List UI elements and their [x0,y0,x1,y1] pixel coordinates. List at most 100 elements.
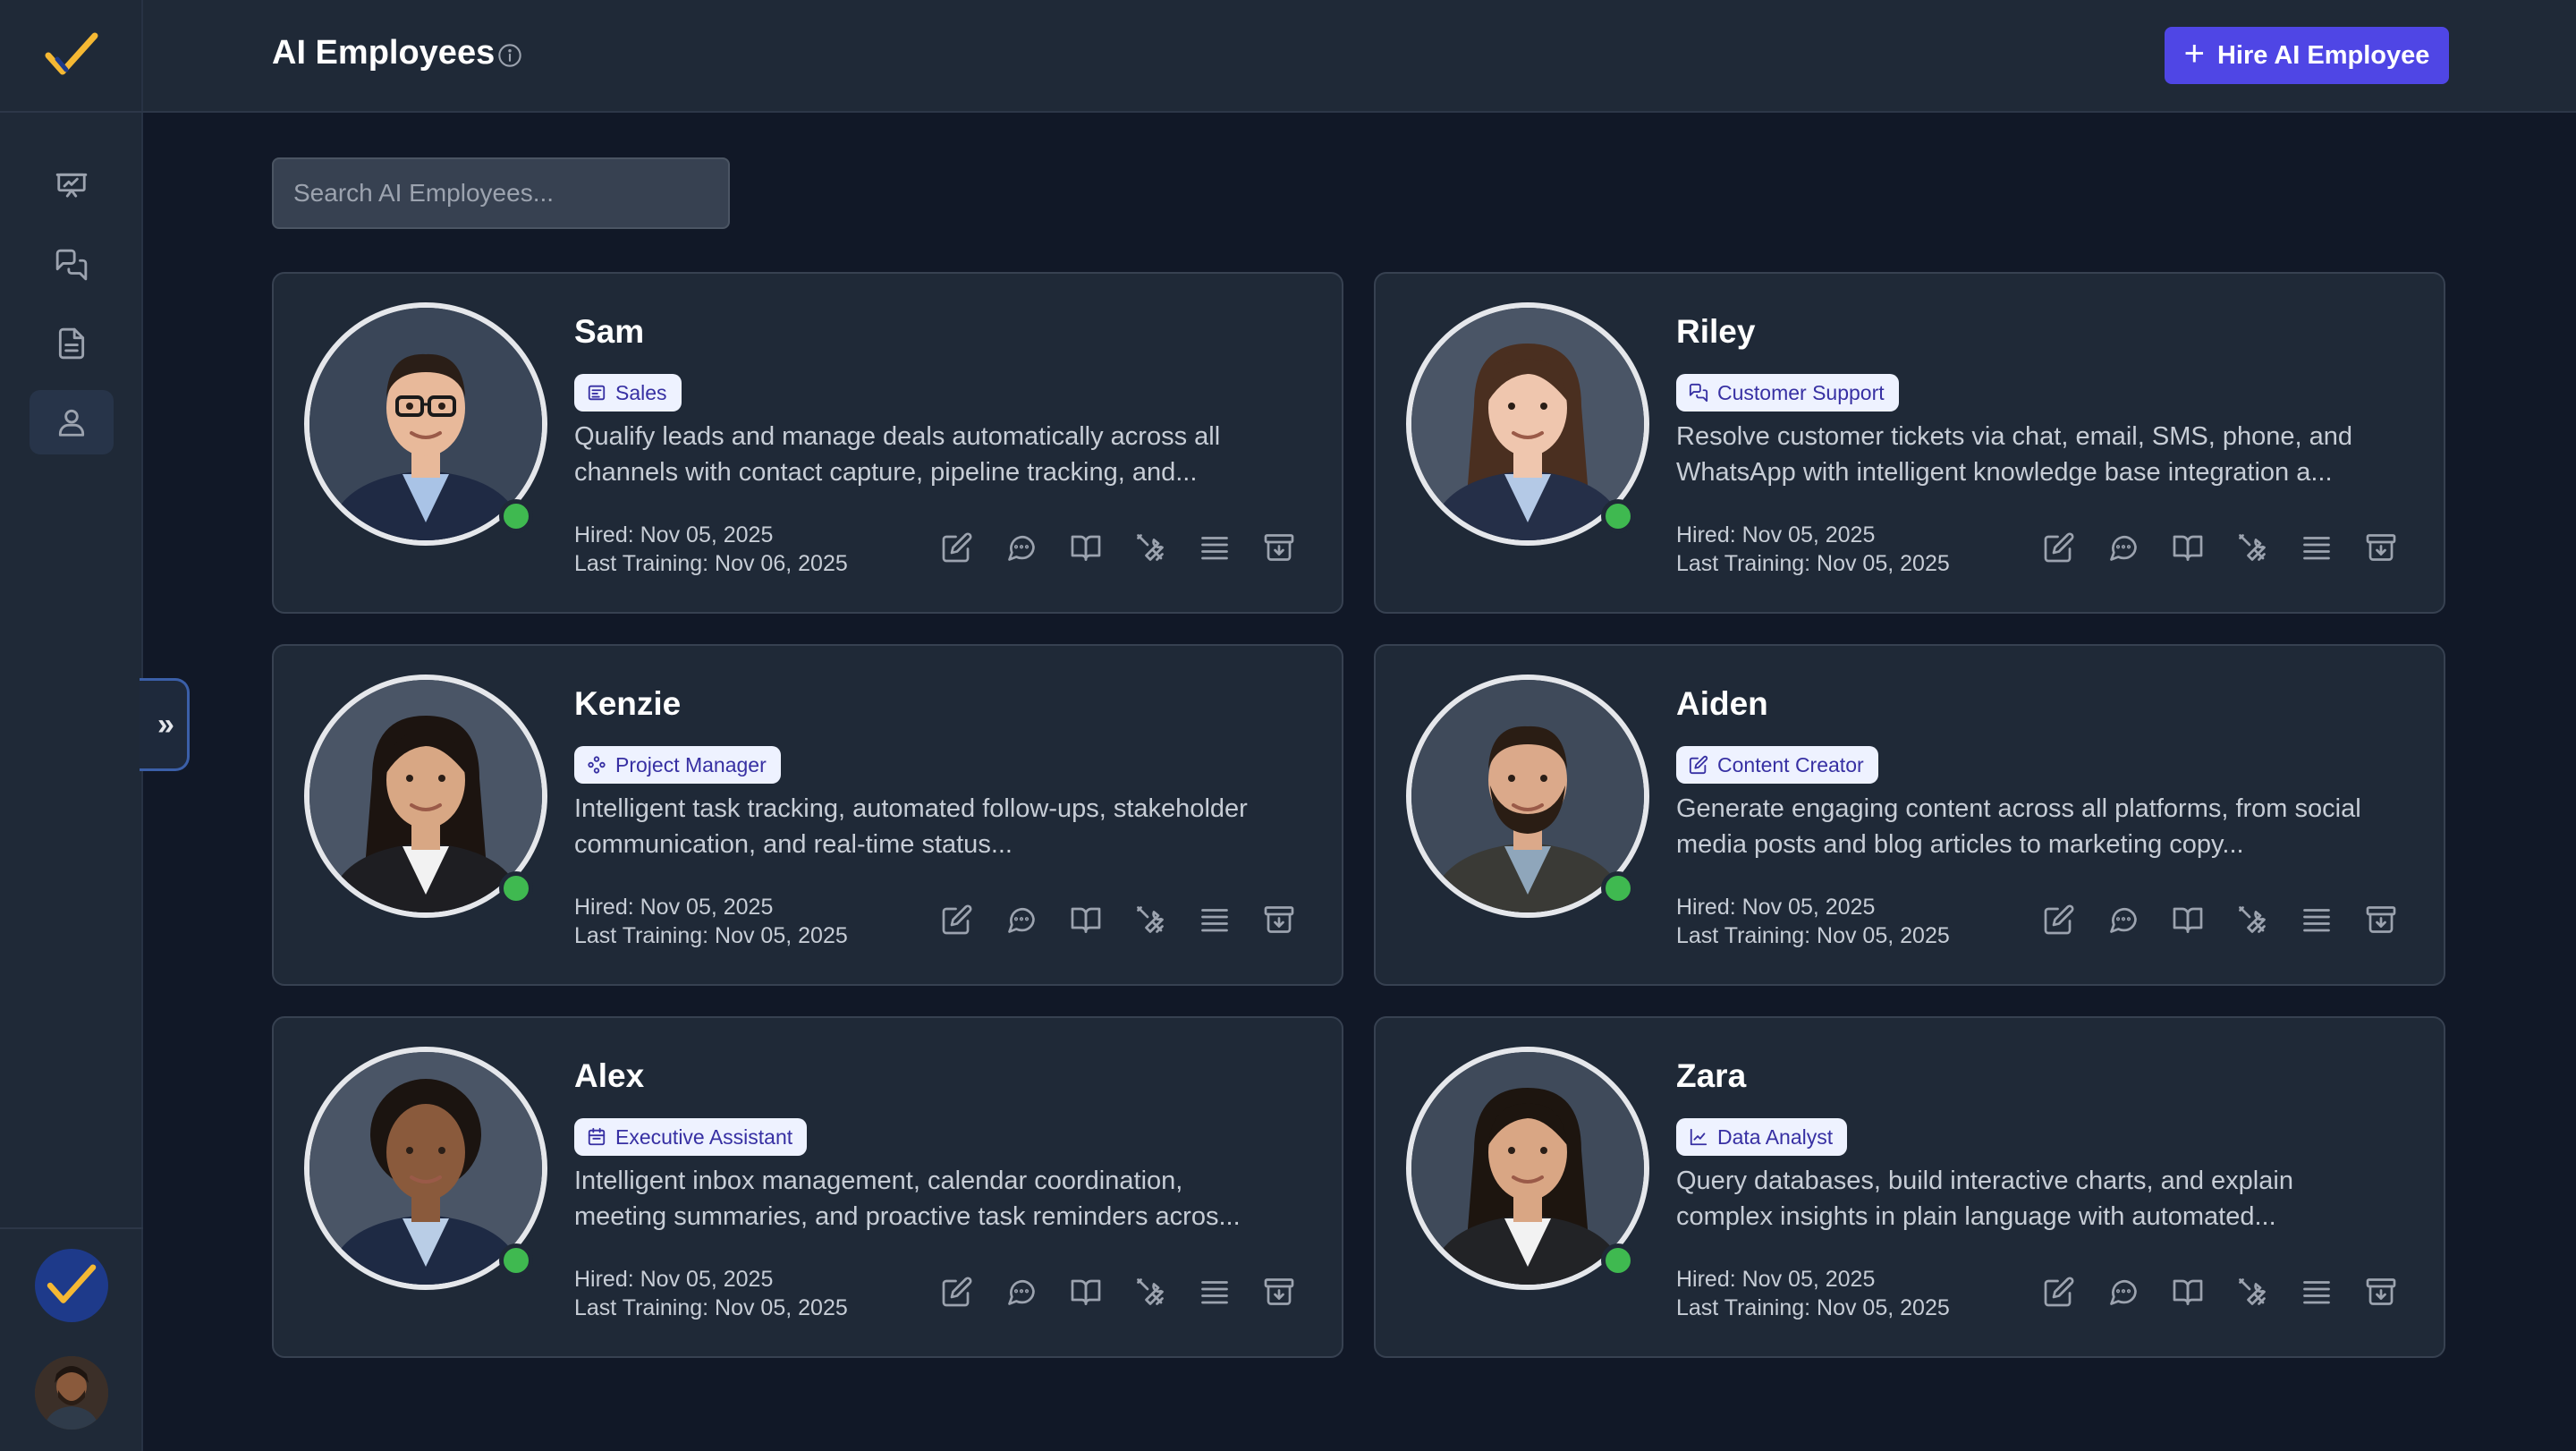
employee-description: Intelligent inbox management, calendar c… [574,1167,1241,1231]
role-badge: Data Analyst [1676,1118,1848,1156]
employee-name[interactable]: Zara [1676,1057,1746,1095]
edit-button[interactable] [2041,902,2077,938]
chat-button[interactable] [1004,530,1039,565]
online-status-indicator [1601,1243,1635,1277]
card-actions [2041,530,2399,565]
role-label: Data Analyst [1717,1124,1834,1149]
edit-button[interactable] [939,902,975,938]
tools-button[interactable] [2234,902,2270,938]
workflow-icon [588,756,606,774]
knowledge-book-button[interactable] [2170,1274,2206,1310]
list-icon [1201,1281,1228,1304]
employee-name[interactable]: Aiden [1676,685,1768,723]
archive-button[interactable] [2363,1274,2399,1310]
hired-date: Hired: Nov 05, 2025 [1676,522,1876,547]
employee-description: Query databases, build interactive chart… [1676,1167,2293,1231]
archive-button[interactable] [1261,1274,1297,1310]
chat-button[interactable] [1004,1274,1039,1310]
search-input[interactable] [272,157,730,229]
role-badge: Sales [574,374,682,412]
employee-card[interactable]: Alex Executive Assistant Intelligent inb… [272,1016,1343,1358]
knowledge-book-button[interactable] [2170,902,2206,938]
list-icon [2303,1281,2330,1304]
employee-card[interactable]: Riley Customer Support Resolve customer … [1374,272,2445,614]
tools-button[interactable] [1132,902,1168,938]
workspace-badge[interactable] [35,1249,108,1322]
archive-button[interactable] [1261,902,1297,938]
last-training-date: Last Training: Nov 05, 2025 [574,1295,848,1320]
chat-button[interactable] [1004,902,1039,938]
edit-icon [2044,532,2074,563]
chat-button[interactable] [2106,902,2141,938]
tools-button[interactable] [2234,530,2270,565]
list-icon [2303,537,2330,560]
list-button[interactable] [1197,1274,1233,1310]
presentation-icon [55,173,88,198]
list-button[interactable] [2299,1274,2334,1310]
knowledge-book-icon [2173,907,2203,933]
tools-button[interactable] [1132,1274,1168,1310]
calendar-icon [588,1127,606,1146]
archive-icon [2366,1278,2396,1305]
edit-button[interactable] [2041,530,2077,565]
online-status-indicator [499,499,533,533]
pencil-square-icon [1689,755,1708,775]
tools-icon [2239,1278,2266,1305]
edit-button[interactable] [939,1274,975,1310]
sidebar-expand-toggle[interactable]: » [140,678,190,771]
edit-icon [2044,904,2074,935]
employee-name[interactable]: Kenzie [574,685,681,723]
archive-icon [1264,534,1294,561]
checkmark-logo-icon [47,1264,97,1303]
employee-name[interactable]: Riley [1676,313,1755,351]
employee-card[interactable]: Kenzie Project Manager Intelligent task … [272,644,1343,986]
list-button[interactable] [2299,902,2334,938]
employee-dates: Hired: Nov 05, 2025 Last Training: Nov 0… [1676,893,1950,950]
role-badge: Customer Support [1676,374,1899,412]
hire-button-label: Hire AI Employee [2216,40,2430,70]
plus-icon: + [2183,34,2205,73]
double-chevron-right-icon: » [157,707,174,742]
sidebar-item-ai-employees[interactable] [30,390,114,454]
app-logo[interactable] [0,0,143,113]
sidebar-item-presentations[interactable] [30,154,114,218]
role-badge: Executive Assistant [574,1118,808,1156]
tools-button[interactable] [2234,1274,2270,1310]
sidebar-item-documents[interactable] [30,311,114,376]
sales-icon [588,385,606,401]
card-actions [939,1274,1297,1310]
archive-button[interactable] [2363,530,2399,565]
archive-button[interactable] [2363,902,2399,938]
list-button[interactable] [1197,902,1233,938]
card-actions [2041,902,2399,938]
employee-dates: Hired: Nov 05, 2025 Last Training: Nov 0… [1676,1265,1950,1322]
knowledge-book-button[interactable] [1068,530,1104,565]
role-badge: Content Creator [1676,746,1878,784]
knowledge-book-icon [2173,1279,2203,1305]
knowledge-book-button[interactable] [1068,1274,1104,1310]
employee-card[interactable]: Zara Data Analyst Query databases, build… [1374,1016,2445,1358]
chat-button[interactable] [2106,530,2141,565]
knowledge-book-button[interactable] [2170,530,2206,565]
hire-ai-employee-button[interactable]: + Hire AI Employee [2165,27,2449,84]
list-button[interactable] [1197,530,1233,565]
chat-button[interactable] [2106,1274,2141,1310]
tools-button[interactable] [1132,530,1168,565]
employee-dates: Hired: Nov 05, 2025 Last Training: Nov 0… [574,893,848,950]
info-icon[interactable] [497,43,522,68]
list-button[interactable] [2299,530,2334,565]
role-label: Project Manager [615,752,767,776]
archive-button[interactable] [1261,530,1297,565]
employee-name[interactable]: Alex [574,1057,644,1095]
employee-card[interactable]: Sam Sales Qualify leads and manage deals… [272,272,1343,614]
employee-name[interactable]: Sam [574,313,644,351]
employee-card[interactable]: Aiden Content Creator Generate engaging … [1374,644,2445,986]
role-label: Customer Support [1717,380,1885,404]
knowledge-book-button[interactable] [1068,902,1104,938]
chat-icon [1008,908,1035,933]
edit-button[interactable] [2041,1274,2077,1310]
user-avatar[interactable] [35,1356,108,1430]
sidebar-item-conversations[interactable] [30,233,114,297]
edit-button[interactable] [939,530,975,565]
app: » AI Employees + Hire AI Employee Sam Sa… [0,0,2576,1451]
